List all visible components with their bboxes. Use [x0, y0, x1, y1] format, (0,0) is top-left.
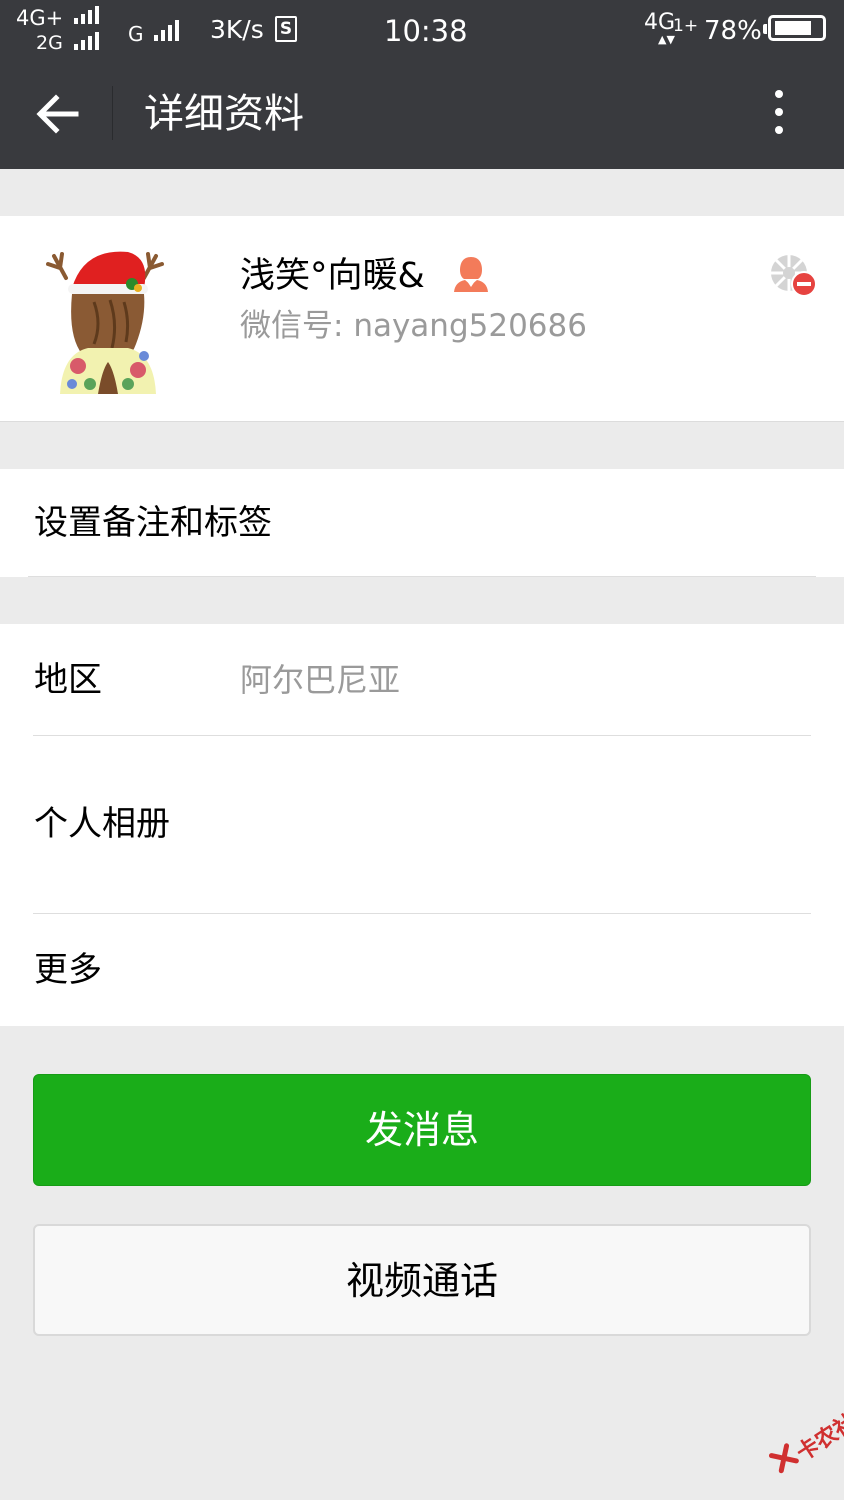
region-value: 阿尔巴尼亚: [240, 661, 401, 699]
avatar[interactable]: [32, 244, 182, 394]
watermark: 卡农社区: [740, 1363, 844, 1474]
battery-icon: [763, 15, 826, 41]
remark-tag-label: 设置备注和标签: [34, 503, 272, 543]
personal-album-label: 个人相册: [34, 804, 170, 844]
wechat-id-row: 微信号: nayang520686: [240, 306, 587, 346]
network-type-tertiary: G: [128, 22, 144, 46]
nickname: 浅笑°向暖&: [240, 256, 425, 296]
female-person-icon: [452, 254, 490, 294]
profile-card: 浅笑°向暖& 微信号: nayang520686: [0, 216, 844, 422]
title-divider: [112, 86, 113, 140]
more-vertical-icon: [775, 90, 783, 98]
page-title: 详细资料: [144, 91, 304, 137]
region-label: 地区: [34, 660, 102, 700]
network-type-primary: 4G+: [16, 6, 64, 30]
remark-tag-cell[interactable]: 设置备注和标签: [0, 469, 844, 577]
personal-album-cell[interactable]: 个人相册: [0, 736, 844, 914]
signal-strength-icon-2: [74, 32, 99, 50]
data-arrows-icon: ▲▼: [658, 33, 675, 46]
more-info-label: 更多: [34, 950, 102, 990]
network-type-data-sub: 1+: [673, 16, 699, 36]
remark-group: 设置备注和标签: [0, 469, 844, 577]
signal-strength-icon-3: [154, 20, 179, 41]
divider: [28, 576, 816, 577]
region-cell: 地区 阿尔巴尼亚: [0, 624, 844, 736]
send-message-button[interactable]: 发消息: [33, 1074, 811, 1186]
more-options-button[interactable]: [764, 84, 794, 140]
top-bar: 详细资料: [0, 56, 844, 169]
back-button[interactable]: [30, 86, 86, 142]
battery-percent: 78%: [704, 16, 762, 46]
sns-blocked-icon: [768, 252, 818, 298]
wechat-id-label: 微信号:: [240, 308, 354, 344]
wechat-id: nayang520686: [353, 308, 587, 344]
avatar-christmas-girl: [46, 251, 164, 394]
sim-card-icon: S: [275, 16, 297, 42]
arrow-left-icon: [36, 94, 79, 134]
network-type-data: 4G: [644, 10, 676, 35]
more-info-cell[interactable]: 更多: [0, 914, 844, 1026]
network-speed: 3K/s: [210, 15, 264, 44]
signal-strength-icon: [74, 6, 99, 24]
video-call-button[interactable]: 视频通话: [33, 1224, 811, 1336]
info-group: 地区 阿尔巴尼亚 个人相册 更多: [0, 624, 844, 1026]
status-bar: 4G+ 2G G 3K/s S 10:38 4G 1+ ▲▼ 78%: [0, 0, 844, 56]
clock: 10:38: [384, 14, 468, 48]
network-type-secondary: 2G: [36, 32, 63, 54]
